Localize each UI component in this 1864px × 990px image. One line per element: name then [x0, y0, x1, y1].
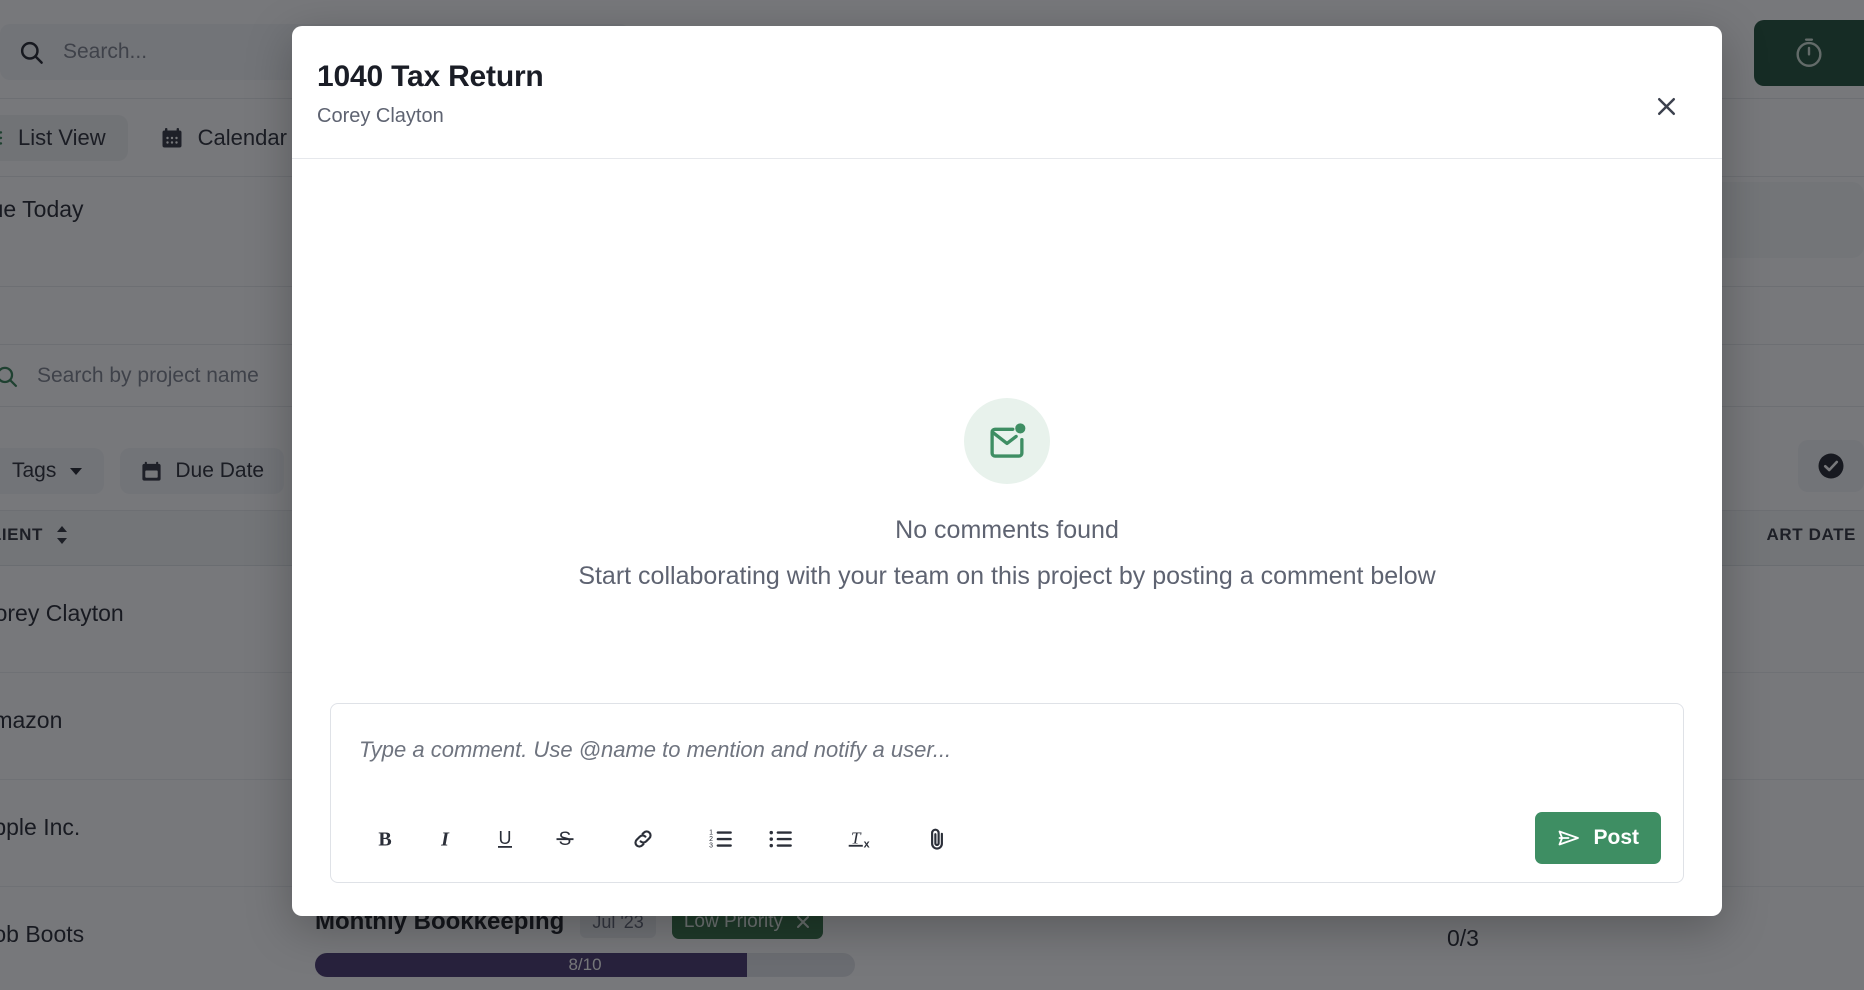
- clear-formatting-icon[interactable]: T x: [829, 812, 889, 866]
- modal-title: 1040 Tax Return: [317, 60, 544, 93]
- post-button[interactable]: Post: [1535, 812, 1661, 864]
- composer-toolbar: B I U S 1 2 3 T x Post: [331, 796, 1683, 882]
- ordered-list-icon[interactable]: 123: [691, 812, 751, 866]
- comment-input-placeholder: Type a comment. Use @name to mention and…: [359, 737, 952, 762]
- underline-icon[interactable]: U: [475, 812, 535, 866]
- italic-icon[interactable]: I: [415, 812, 475, 866]
- empty-state-title: No comments found: [895, 516, 1119, 544]
- close-icon: [1654, 94, 1679, 119]
- link-icon[interactable]: [613, 812, 673, 866]
- svg-text:x: x: [864, 839, 870, 851]
- svg-text:B: B: [378, 829, 391, 851]
- empty-state-description: Start collaborating with your team on th…: [578, 562, 1436, 590]
- bold-icon[interactable]: B: [355, 812, 415, 866]
- empty-state: No comments found Start collaborating wi…: [578, 398, 1436, 591]
- modal-subtitle: Corey Clayton: [317, 105, 444, 127]
- modal-header: 1040 Tax Return Corey Clayton: [292, 26, 1722, 159]
- comments-modal: 1040 Tax Return Corey Clayton No comment…: [292, 26, 1722, 916]
- strikethrough-icon[interactable]: S: [535, 812, 595, 866]
- comment-composer: Type a comment. Use @name to mention and…: [330, 703, 1684, 883]
- empty-state-icon-circle: [964, 398, 1050, 484]
- svg-text:I: I: [440, 829, 450, 851]
- attachment-icon[interactable]: [907, 812, 967, 866]
- close-button[interactable]: [1646, 86, 1686, 126]
- svg-text:3: 3: [709, 843, 713, 850]
- modal-body: No comments found Start collaborating wi…: [292, 159, 1722, 916]
- comment-input[interactable]: Type a comment. Use @name to mention and…: [331, 704, 1683, 796]
- send-icon: [1557, 826, 1581, 850]
- svg-text:U: U: [499, 828, 512, 848]
- svg-text:T: T: [851, 828, 862, 847]
- app-root: Search...: [0, 0, 1864, 990]
- mail-notification-icon: [986, 420, 1028, 462]
- bullet-list-icon[interactable]: [751, 812, 811, 866]
- post-button-label: Post: [1593, 826, 1639, 849]
